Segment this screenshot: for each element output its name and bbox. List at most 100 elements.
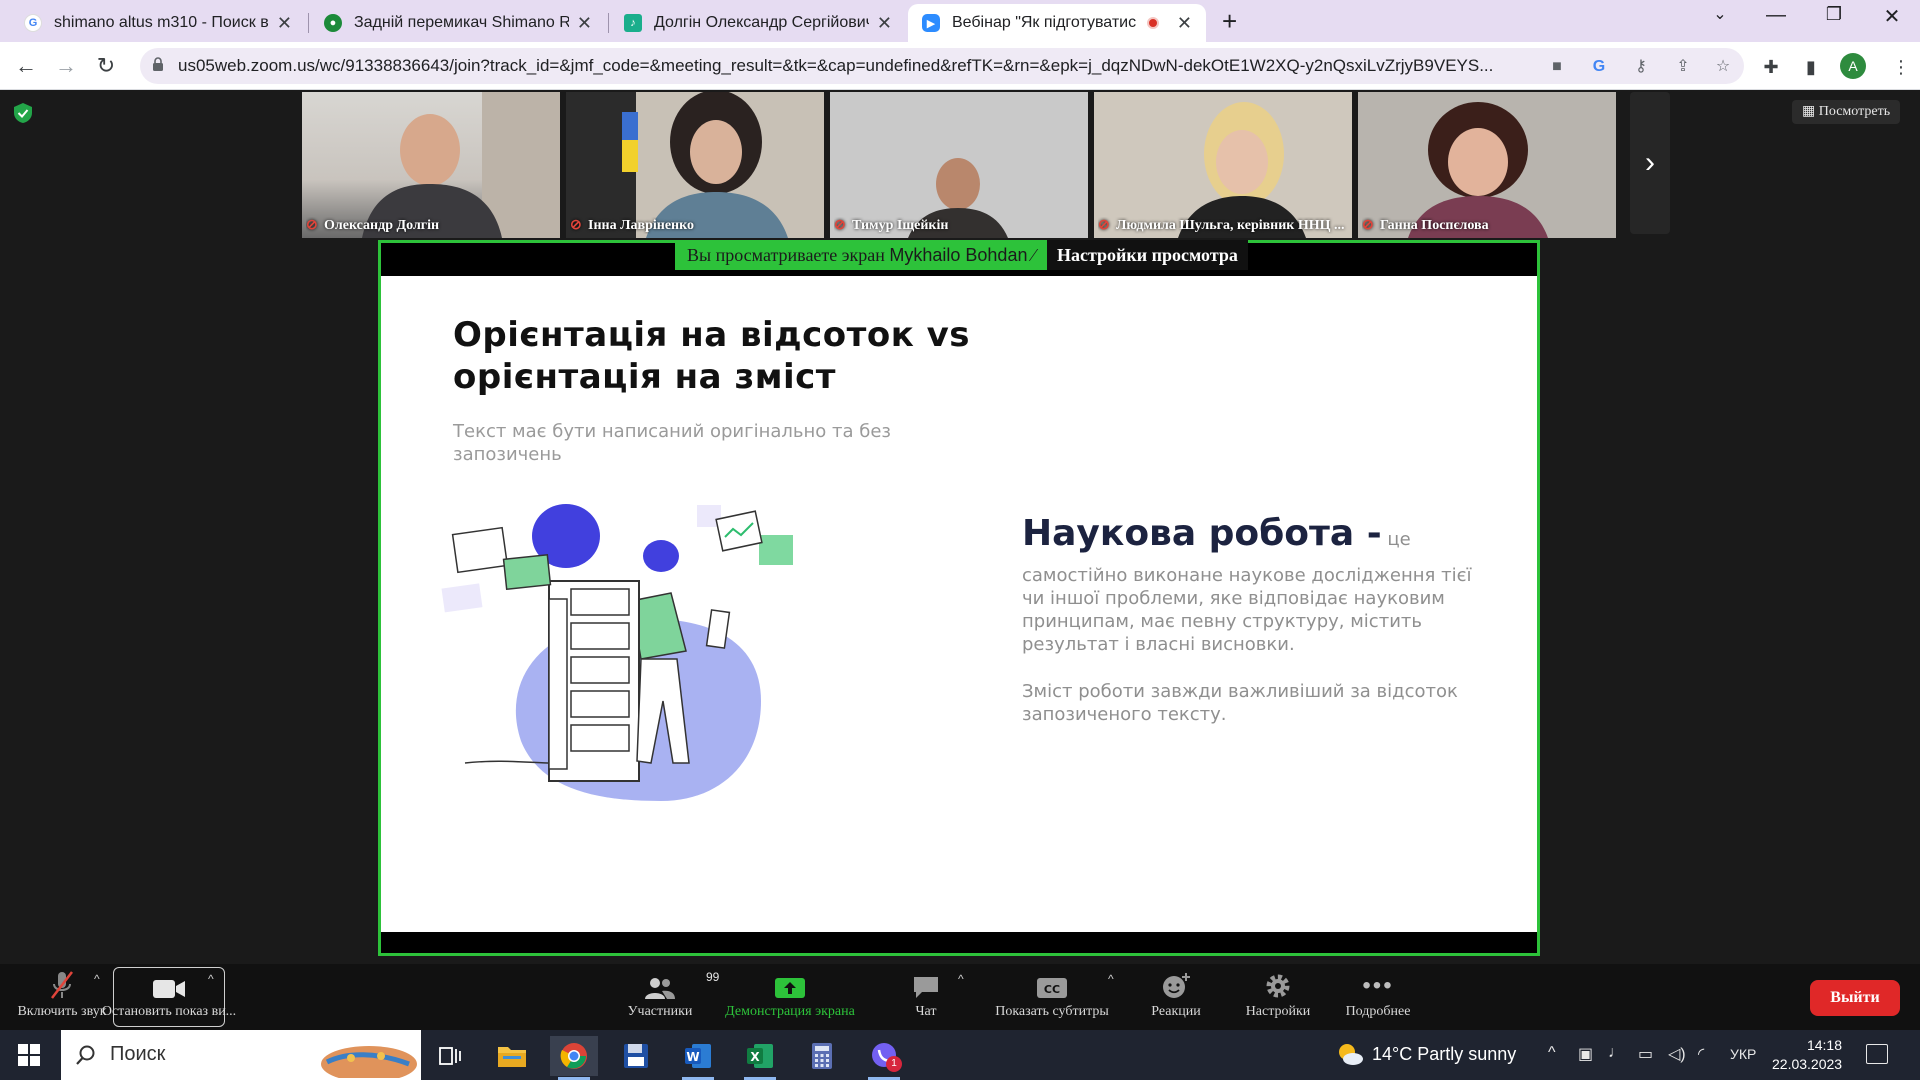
new-tab-button[interactable]: + [1222,6,1237,37]
share-screen-icon [774,964,806,1004]
view-options-button[interactable]: Настройки просмотра [1046,240,1248,270]
reactions-emoji-icon [1161,964,1191,1004]
show-hidden-icons-chevron-icon[interactable]: ^ [1548,1044,1556,1062]
participant-strip: ⊘ Олександр Долгін ⊘ Інна Лавріненко ⊘ Тиму… [300,92,1620,238]
reactions-button[interactable]: Реакции [1144,964,1208,1030]
word-icon: W [685,1044,711,1068]
zoom-icon: ▶ [922,14,940,32]
side-panel-icon[interactable]: ▮ [1800,56,1822,78]
settings-button[interactable]: Настройки [1238,964,1318,1030]
search-icon [76,1045,95,1065]
windows-taskbar: Поиск W X 1 14°C Partly sunny ^ ▣ ♩ ▭ ◁)… [0,1030,1920,1080]
participant-tile[interactable]: ⊘ Людмила Шульга, керівник ННЦ ... [1094,92,1352,238]
notification-badge: 1 [886,1056,902,1072]
tab-search-chevron-icon[interactable]: ⌄ [1700,4,1740,24]
wifi-icon[interactable]: ◜ [1698,1044,1704,1064]
participant-name: ⊘ Олександр Долгін [306,218,440,233]
close-tab-icon[interactable]: ✕ [277,13,292,34]
lock-icon [153,57,163,71]
calculator-app[interactable] [798,1036,846,1076]
participant-name: ⊘ Інна Лавріненко [570,218,694,233]
captions-options-chevron-icon[interactable]: ^ [1108,972,1114,986]
menu-kebab-icon[interactable]: ⋮ [1890,56,1912,78]
viber-app[interactable]: 1 [860,1036,908,1080]
participant-tile[interactable]: ⊘ Інна Лавріненко [566,92,824,238]
address-bar[interactable]: us05web.zoom.us/wc/91338836643/join?trac… [140,48,1744,84]
save-app[interactable] [612,1036,660,1076]
security-shield-icon[interactable] [12,102,34,124]
show-captions-button[interactable]: CC Показать субтитры [986,964,1118,1030]
mic-muted-icon: ⊘ [570,218,582,233]
taskbar-search-box[interactable]: Поиск [61,1030,421,1080]
folder-icon [498,1047,526,1067]
chrome-app[interactable] [550,1036,598,1080]
unmute-button[interactable]: Включить звук [6,964,118,1030]
gear-icon [1264,964,1292,1004]
camera-blocked-icon[interactable]: ■ [1546,56,1568,78]
close-tab-icon[interactable]: ✕ [1177,13,1192,34]
chat-options-chevron-icon[interactable]: ^ [958,972,964,986]
server-people-illustration [441,504,793,801]
minimize-button[interactable]: — [1756,4,1796,27]
browser-tab-shimano[interactable]: ● Задній перемикач Shimano RD- ✕ [310,4,606,42]
stop-video-button[interactable]: Остановить показ ви... [102,964,236,1030]
language-indicator[interactable]: УКР [1730,1046,1756,1062]
share-screen-button[interactable]: Демонстрация экрана [714,964,866,1030]
forward-button[interactable]: → [50,50,82,82]
chat-button[interactable]: Чат [896,964,956,1030]
definition-conclusion: Зміст роботи завжди важливіший за відсот… [1022,681,1458,725]
notifications-icon[interactable] [1866,1044,1888,1064]
calculator-icon [812,1043,832,1069]
microphone-icon[interactable]: ♩ [1608,1044,1624,1062]
view-mode-button[interactable]: ▦ Посмотреть [1792,100,1901,124]
more-dots-icon: ••• [1362,972,1394,999]
browser-tab-zoom-webinar[interactable]: ▶ Вебінар "Як підготуватись д ✕ [908,4,1206,42]
slide-subtitle: Текст має бути написаний оригінально та … [453,421,891,465]
system-clock[interactable]: 14:18 22.03.2023 [1772,1036,1842,1074]
back-button[interactable]: ← [10,50,42,82]
excel-app[interactable]: X [736,1036,784,1080]
participant-name: ⊘ Людмила Шульга, керівник ННЦ ... [1098,218,1345,233]
participant-name: ⊘ Ганна Поспєлова [1362,218,1489,233]
word-app[interactable]: W [674,1036,722,1080]
task-view-button[interactable] [426,1036,474,1076]
next-participants-chevron-icon[interactable]: › [1630,92,1670,234]
more-button[interactable]: ••• Подробнее [1340,964,1416,1030]
close-tab-icon[interactable]: ✕ [877,13,892,34]
restore-button[interactable]: ❐ [1814,4,1854,25]
url-text: us05web.zoom.us/wc/91338836643/join?trac… [178,56,1494,75]
browser-tab-google-search[interactable]: G shimano altus m310 - Поиск в G ✕ [10,4,306,42]
mic-muted-icon [48,964,76,1004]
profile-avatar[interactable]: A [1840,53,1866,79]
windows-start-icon[interactable] [18,1044,40,1066]
participant-tile[interactable]: ⊘ Тимур Іщейкін [830,92,1088,238]
participant-tile[interactable]: ⊘ Ганна Поспєлова [1358,92,1616,238]
close-window-button[interactable]: ✕ [1872,4,1912,29]
extensions-puzzle-icon[interactable]: ✚ [1760,56,1782,78]
zoom-toolbar: Включить звук ^ Остановить показ ви... ^… [0,964,1920,1030]
leave-button[interactable]: Выйти [1810,980,1900,1016]
volume-icon[interactable]: ◁) [1668,1044,1686,1064]
battery-icon[interactable]: ▭ [1638,1044,1653,1064]
reload-button[interactable]: ↻ [90,50,122,82]
google-translate-icon[interactable]: G [1588,56,1610,78]
key-icon[interactable]: ⚷ [1630,56,1652,78]
shared-screen: Вы просматриваете экран Mykhailo Bohdan … [378,240,1540,956]
camera-icon [152,964,186,1004]
browser-tab-bar: G shimano altus m310 - Поиск в G ✕ ● Зад… [0,0,1920,42]
meet-now-icon[interactable]: ▣ [1578,1044,1593,1064]
audio-options-chevron-icon[interactable]: ^ [94,972,100,986]
participant-name: ⊘ Тимур Іщейкін [834,218,949,233]
chat-bubble-icon [912,964,940,1004]
floppy-disk-icon [624,1044,648,1068]
file-explorer-app[interactable] [488,1036,536,1076]
video-options-chevron-icon[interactable]: ^ [208,972,214,986]
share-icon[interactable]: ⇪ [1672,56,1694,78]
bookmark-star-icon[interactable]: ☆ [1712,56,1734,78]
participants-button[interactable]: 99 Участники [610,964,720,1030]
close-tab-icon[interactable]: ✕ [577,13,592,34]
weather-widget[interactable]: 14°C Partly sunny [1336,1042,1516,1066]
mic-muted-icon: ⊘ [1098,218,1110,233]
participant-tile[interactable]: ⊘ Олександр Долгін [302,92,560,238]
browser-tab-dolgin[interactable]: ♪ Долгін Олександр Сергійович | ✕ [610,4,906,42]
